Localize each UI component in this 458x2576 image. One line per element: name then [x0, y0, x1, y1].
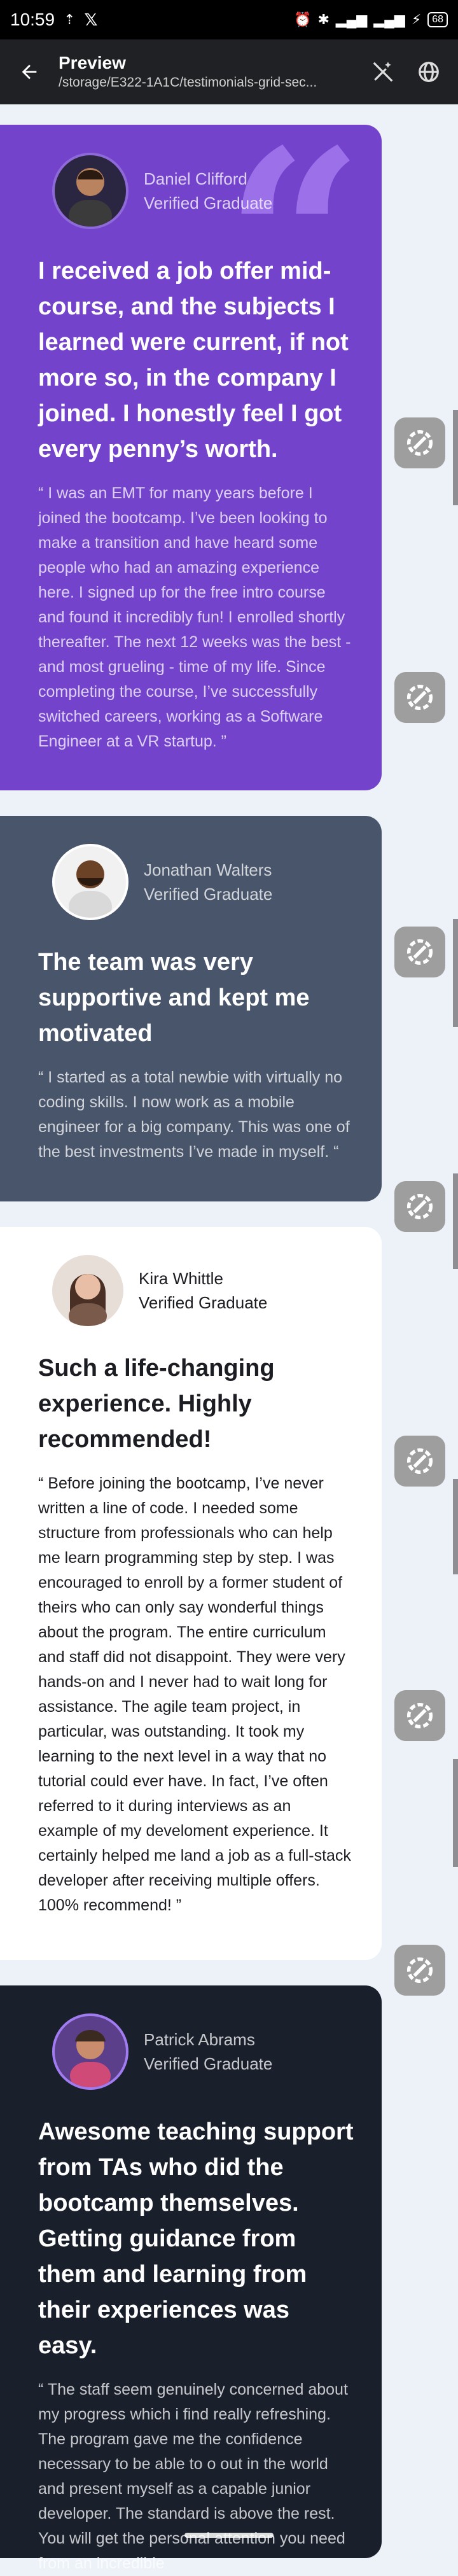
gesture-nav-handle[interactable]	[184, 2533, 274, 2538]
magic-wand-off-icon	[373, 62, 393, 82]
gear-wrench-icon	[406, 939, 433, 965]
app-bar-titles: Preview /storage/E322-1A1C/testimonials-…	[59, 52, 354, 92]
testimonial-body: “ I was an EMT for many years before I j…	[38, 484, 351, 750]
author-role: Verified Graduate	[144, 193, 273, 213]
battery-indicator: 68	[427, 12, 448, 27]
status-bar: 10:59 ⇡ 𝕏 ⏰ ✱ ▂▄▆ ▂▄▆ ⚡ 68	[0, 0, 458, 39]
card-header: Jonathan Walters Verified Graduate	[52, 844, 354, 920]
devtools-fab[interactable]	[394, 1436, 445, 1487]
app-bar: Preview /storage/E322-1A1C/testimonials-…	[0, 39, 458, 104]
signal-icon: ▂▄▆	[335, 11, 368, 27]
avatar	[52, 844, 128, 920]
scroll-edge-indicator	[453, 1479, 458, 1574]
testimonial-card-patrick: Patrick Abrams Verified Graduate Awesome…	[0, 1985, 382, 2572]
testimonial-headline: Such a life-changing experience. Highly …	[38, 1355, 275, 1453]
testimonials-grid: “ Daniel Clifford Verified Graduate I re…	[0, 104, 458, 2572]
testimonial-card-jonathan: Jonathan Walters Verified Graduate The t…	[0, 816, 382, 1201]
testimonial-headline: I received a job offer mid-course, and t…	[38, 258, 349, 463]
arrow-left-icon	[22, 64, 37, 80]
gear-wrench-icon	[406, 430, 433, 456]
globe-icon	[419, 62, 439, 82]
scroll-edge-indicator	[453, 1759, 458, 1867]
card-header: Kira Whittle Verified Graduate	[52, 1255, 354, 1326]
devtools-fab[interactable]	[394, 1181, 445, 1232]
status-time: 10:59	[10, 10, 55, 29]
devtools-fab[interactable]	[394, 417, 445, 468]
gear-wrench-icon	[406, 684, 433, 711]
signal-icon-2: ▂▄▆	[373, 11, 405, 27]
author-role: Verified Graduate	[139, 1293, 268, 1312]
devtools-fab[interactable]	[394, 672, 445, 723]
testimonial-card-daniel: “ Daniel Clifford Verified Graduate I re…	[0, 118, 382, 790]
charging-icon: ⚡	[411, 11, 422, 27]
file-path: /storage/E322-1A1C/testimonials-grid-sec…	[59, 75, 317, 90]
scroll-edge-indicator	[453, 919, 458, 1027]
testimonial-card-kira: Kira Whittle Verified Graduate Such a li…	[0, 1227, 382, 1960]
author-name: Jonathan Walters	[144, 860, 272, 879]
author-role: Verified Graduate	[144, 2054, 273, 2073]
back-button[interactable]	[13, 55, 46, 88]
card-header: Daniel Clifford Verified Graduate	[52, 153, 354, 229]
testimonial-body: “ I started as a total newbie with virtu…	[38, 1068, 350, 1161]
gear-wrench-icon	[406, 1448, 433, 1474]
testimonial-body: “ The staff seem genuinely concerned abo…	[38, 2381, 348, 2572]
devtools-fab[interactable]	[394, 927, 445, 977]
author-name: Patrick Abrams	[144, 2030, 255, 2049]
bluetooth-icon: ✱	[317, 11, 330, 27]
avatar	[52, 2013, 128, 2090]
upload-icon: ⇡	[64, 11, 76, 27]
scroll-edge-indicator	[453, 410, 458, 505]
author-role: Verified Graduate	[144, 885, 273, 904]
globe-button[interactable]	[412, 55, 445, 88]
magic-wand-button[interactable]	[366, 55, 399, 88]
gear-wrench-icon	[406, 1957, 433, 1984]
testimonial-headline: Awesome teaching support from TAs who di…	[38, 2118, 354, 2359]
scroll-edge-indicator	[453, 1173, 458, 1269]
testimonial-body: “ Before joining the bootcamp, I’ve neve…	[38, 1474, 351, 1914]
author-name: Daniel Clifford	[144, 169, 247, 188]
testimonial-headline: The team was very supportive and kept me…	[38, 949, 310, 1047]
x-logo-icon: 𝕏	[84, 10, 98, 29]
gear-wrench-icon	[406, 1702, 433, 1729]
devtools-fab[interactable]	[394, 1945, 445, 1996]
gear-wrench-icon	[406, 1193, 433, 1220]
page-title: Preview	[59, 53, 126, 73]
avatar	[52, 1255, 123, 1326]
alarm-icon: ⏰	[294, 11, 312, 27]
avatar	[52, 153, 128, 229]
devtools-fab[interactable]	[394, 1690, 445, 1741]
card-header: Patrick Abrams Verified Graduate	[52, 2013, 354, 2090]
author-name: Kira Whittle	[139, 1269, 223, 1288]
